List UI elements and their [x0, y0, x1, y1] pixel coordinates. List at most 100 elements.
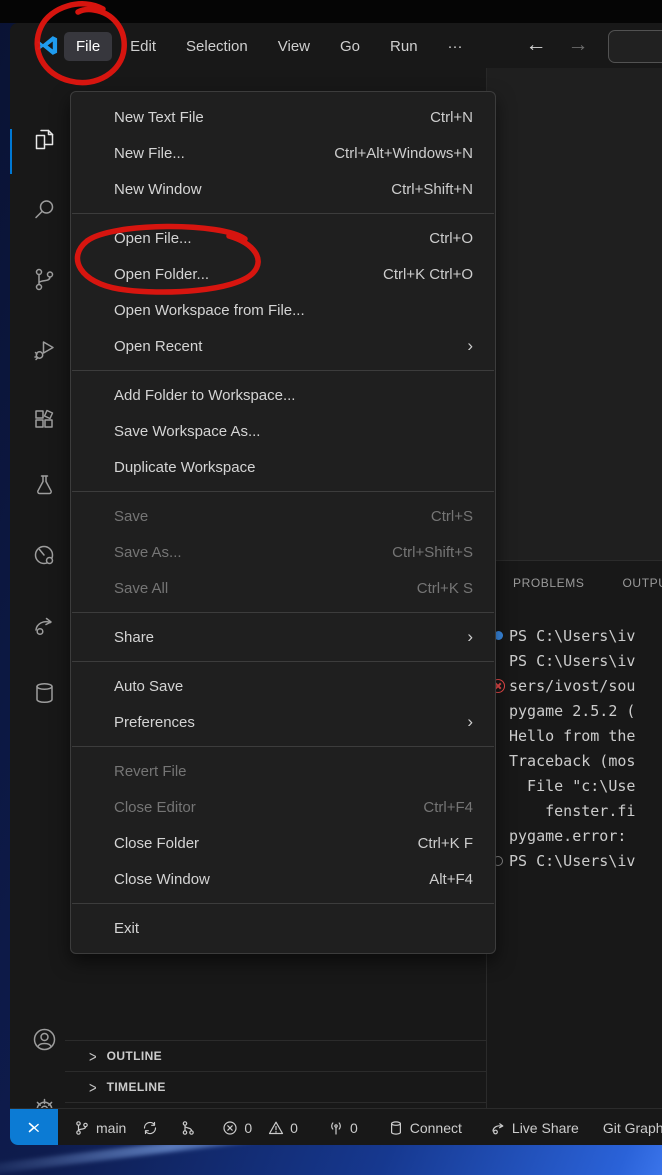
- ports-item[interactable]: 0: [320, 1109, 366, 1145]
- git-branch-icon: [74, 1120, 90, 1136]
- database-connect-icon: [388, 1120, 404, 1136]
- chevron-right-icon: >: [89, 1078, 97, 1096]
- terminal-line-text: PS C:\Users\iv: [509, 852, 635, 870]
- sync-button[interactable]: [134, 1109, 166, 1145]
- menu-item-label: Open Workspace from File...: [114, 302, 473, 319]
- menu-item-shortcut: Ctrl+O: [429, 230, 473, 247]
- menu-item-label: Open Recent: [114, 338, 467, 355]
- submenu-chevron-icon: ›: [467, 627, 473, 647]
- menu-item-open-file[interactable]: Open File...Ctrl+O: [71, 220, 495, 256]
- menubar-item-edit[interactable]: Edit: [118, 32, 168, 61]
- tab-problems[interactable]: PROBLEMS: [513, 576, 585, 590]
- live-share-icon[interactable]: [31, 612, 58, 639]
- menu-separator: [72, 213, 494, 214]
- database-icon[interactable]: [31, 680, 58, 707]
- file-menu-dropdown: New Text FileCtrl+NNew File...Ctrl+Alt+W…: [70, 91, 496, 954]
- menu-item-label: Close Editor: [114, 799, 423, 816]
- menubar-item-run[interactable]: Run: [378, 32, 430, 61]
- terminal-line-text: Hello from the: [509, 727, 635, 745]
- active-view-indicator: [10, 129, 12, 174]
- menu-item-auto-save[interactable]: Auto Save: [71, 668, 495, 704]
- explorer-icon[interactable]: [31, 126, 58, 153]
- gitlens-inspect-icon[interactable]: [31, 542, 58, 569]
- screenshot-root: FileEditSelectionViewGoRun··· ← →: [0, 0, 662, 1175]
- extensions-icon[interactable]: [31, 406, 58, 433]
- terminal-line: PS C:\Users\iv: [487, 623, 662, 648]
- menu-item-open-folder[interactable]: Open Folder...Ctrl+K Ctrl+O: [71, 256, 495, 292]
- live-share-button[interactable]: Live Share: [482, 1109, 587, 1145]
- menu-separator: [72, 612, 494, 613]
- menu-item-add-folder-to-workspace[interactable]: Add Folder to Workspace...: [71, 377, 495, 413]
- menu-item-close-folder[interactable]: Close FolderCtrl+K F: [71, 825, 495, 861]
- terminal-line-text: PS C:\Users\iv: [509, 627, 635, 645]
- menu-item-new-file[interactable]: New File...Ctrl+Alt+Windows+N: [71, 135, 495, 171]
- terminal-line: sers/ivost/sou: [487, 673, 662, 698]
- activity-bar: [10, 68, 65, 1108]
- nav-arrows: ← →: [522, 31, 592, 59]
- terminal-line-text: PS C:\Users\iv: [509, 652, 635, 670]
- menu-item-new-text-file[interactable]: New Text FileCtrl+N: [71, 99, 495, 135]
- menubar-item-view[interactable]: View: [266, 32, 322, 61]
- connect-button[interactable]: Connect: [380, 1109, 470, 1145]
- problems-warnings[interactable]: 0: [260, 1109, 306, 1145]
- menu-item-label: Share: [114, 629, 467, 646]
- terminal-line: pygame 2.5.2 (: [487, 698, 662, 723]
- menu-item-shortcut: Alt+F4: [429, 871, 473, 888]
- menu-item-label: Exit: [114, 920, 473, 937]
- menu-item-new-window[interactable]: New WindowCtrl+Shift+N: [71, 171, 495, 207]
- menu-separator: [72, 746, 494, 747]
- run-debug-icon[interactable]: [31, 336, 58, 363]
- menu-item-shortcut: Ctrl+S: [431, 508, 473, 525]
- forward-arrow-button[interactable]: →: [564, 31, 592, 59]
- account-icon[interactable]: [31, 1026, 58, 1053]
- menu-separator: [72, 491, 494, 492]
- testing-icon[interactable]: [31, 472, 58, 499]
- terminal-output[interactable]: PS C:\Users\iv PS C:\Users\iv sers/ivost/s…: [487, 623, 662, 873]
- menu-item-label: Auto Save: [114, 678, 473, 695]
- menu-item-shortcut: Ctrl+K F: [418, 835, 473, 852]
- remote-indicator-button[interactable]: [10, 1109, 58, 1145]
- menu-item-open-recent[interactable]: Open Recent›: [71, 328, 495, 364]
- menu-item-duplicate-workspace[interactable]: Duplicate Workspace: [71, 449, 495, 485]
- menu-item-open-workspace-from-file[interactable]: Open Workspace from File...: [71, 292, 495, 328]
- error-icon: [222, 1120, 238, 1136]
- menubar-item-go[interactable]: Go: [328, 32, 372, 61]
- menu-item-label: Close Folder: [114, 835, 418, 852]
- terminal-line-text: sers/ivost/sou: [509, 677, 635, 695]
- menu-item-save-as: Save As...Ctrl+Shift+S: [71, 534, 495, 570]
- panel-tabs: PROBLEMS OUTPUT: [513, 576, 662, 590]
- editor-area: [486, 68, 662, 560]
- menu-item-share[interactable]: Share›: [71, 619, 495, 655]
- sidebar-section-timeline[interactable]: >TIMELINE: [65, 1071, 486, 1102]
- source-control-icon[interactable]: [31, 266, 58, 293]
- menu-item-preferences[interactable]: Preferences›: [71, 704, 495, 740]
- back-arrow-button[interactable]: ←: [522, 31, 550, 59]
- problems-errors[interactable]: 0: [214, 1109, 260, 1145]
- git-graph-label-button[interactable]: Git Graph: [595, 1109, 662, 1145]
- menu-item-shortcut: Ctrl+Shift+S: [392, 544, 473, 561]
- menubar-item-selection[interactable]: Selection: [174, 32, 260, 61]
- git-branch-item[interactable]: main: [66, 1109, 134, 1145]
- menu-item-label: Save Workspace As...: [114, 423, 473, 440]
- command-center-search-input[interactable]: [608, 30, 662, 63]
- warning-icon: [268, 1120, 284, 1136]
- menu-item-label: Add Folder to Workspace...: [114, 387, 473, 404]
- sidebar-section-outline[interactable]: >OUTLINE: [65, 1040, 486, 1071]
- remote-icon: [26, 1120, 42, 1136]
- menubar-item-more[interactable]: ···: [436, 32, 475, 61]
- menu-item-label: Preferences: [114, 714, 467, 731]
- terminal-line: Hello from the: [487, 723, 662, 748]
- menu-item-close-editor: Close EditorCtrl+F4: [71, 789, 495, 825]
- menubar-item-file[interactable]: File: [64, 32, 112, 61]
- menu-item-exit[interactable]: Exit: [71, 910, 495, 946]
- menu-item-label: New File...: [114, 145, 334, 162]
- menu-separator: [72, 370, 494, 371]
- menu-item-revert-file: Revert File: [71, 753, 495, 789]
- menu-item-save-workspace-as[interactable]: Save Workspace As...: [71, 413, 495, 449]
- tab-output[interactable]: OUTPUT: [623, 576, 662, 590]
- git-graph-button[interactable]: [172, 1109, 204, 1145]
- menu-item-shortcut: Ctrl+N: [430, 109, 473, 126]
- menu-item-close-window[interactable]: Close WindowAlt+F4: [71, 861, 495, 897]
- search-icon[interactable]: [31, 196, 58, 223]
- terminal-line: File "c:\Use: [487, 773, 662, 798]
